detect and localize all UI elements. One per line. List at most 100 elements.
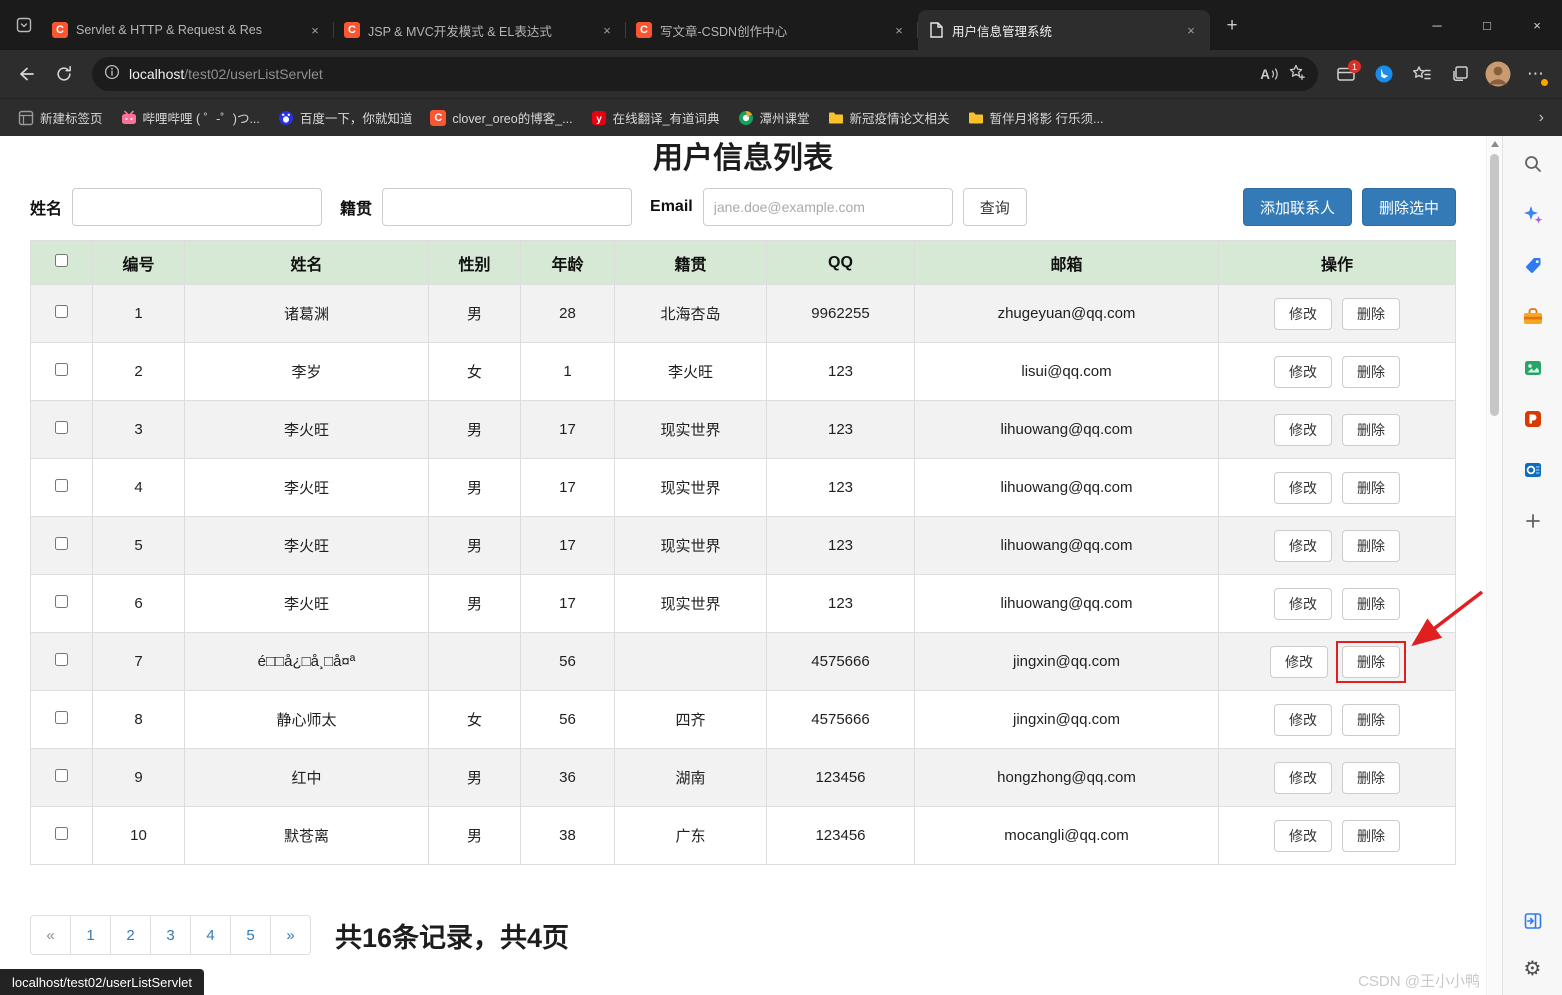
toolbox-icon[interactable] — [1517, 301, 1549, 333]
csdn-icon: C — [430, 110, 446, 126]
tab-close-icon[interactable]: × — [306, 21, 324, 39]
profile-avatar[interactable] — [1480, 57, 1516, 91]
row-delete-button[interactable]: 删除 — [1342, 588, 1400, 620]
row-delete-button[interactable]: 删除 — [1342, 530, 1400, 562]
row-checkbox[interactable] — [55, 363, 68, 376]
tab-close-icon[interactable]: × — [598, 21, 616, 39]
row-checkbox[interactable] — [55, 595, 68, 608]
tab-actions-menu-icon[interactable] — [8, 9, 40, 41]
favorites-icon[interactable] — [1404, 57, 1440, 91]
cell-qq: 4575666 — [767, 691, 915, 749]
row-edit-button[interactable]: 修改 — [1274, 414, 1332, 446]
bookmark-item[interactable]: y在线翻译_有道词典 — [583, 104, 728, 131]
row-checkbox[interactable] — [55, 305, 68, 318]
minimize-button[interactable]: ─ — [1412, 0, 1462, 50]
row-delete-button[interactable]: 删除 — [1342, 820, 1400, 852]
row-checkbox[interactable] — [55, 421, 68, 434]
pagination-prev[interactable]: « — [30, 915, 71, 955]
row-edit-button[interactable]: 修改 — [1274, 704, 1332, 736]
add-tool-icon[interactable] — [1517, 505, 1549, 537]
bookmark-item[interactable]: 潭州课堂 — [730, 104, 818, 131]
row-delete-button[interactable]: 删除 — [1342, 762, 1400, 794]
outlook-icon[interactable] — [1517, 454, 1549, 486]
bookmark-item[interactable]: 暂伴月将影 行乐须... — [960, 104, 1112, 131]
row-delete-button[interactable]: 删除 — [1342, 298, 1400, 330]
row-delete-button[interactable]: 删除 — [1342, 704, 1400, 736]
row-checkbox[interactable] — [55, 479, 68, 492]
bookmark-item[interactable]: 新冠疫情论文相关 — [820, 104, 958, 131]
bookmark-item[interactable]: Cclover_oreo的博客_... — [422, 104, 580, 131]
new-tab-button[interactable]: + — [1218, 12, 1246, 40]
row-checkbox[interactable] — [55, 827, 68, 840]
bookmark-item[interactable]: 哔哩哔哩 ( ゜-゜)つ... — [113, 104, 268, 131]
office-icon[interactable] — [1517, 403, 1549, 435]
row-delete-button[interactable]: 删除 — [1342, 414, 1400, 446]
image-creator-icon[interactable] — [1517, 352, 1549, 384]
wallet-icon[interactable]: 1 — [1328, 57, 1364, 91]
name-input[interactable] — [72, 188, 322, 226]
pagination-page[interactable]: 4 — [190, 915, 231, 955]
pagination-page[interactable]: 3 — [150, 915, 191, 955]
address-bar[interactable]: localhost/test02/userListServlet A — [92, 57, 1318, 91]
browser-tab[interactable]: CServlet & HTTP & Request & Res× — [42, 10, 334, 50]
add-contact-button[interactable]: 添加联系人 — [1243, 188, 1352, 226]
cell-age: 17 — [521, 459, 615, 517]
bing-icon[interactable] — [1366, 57, 1402, 91]
pagination-page[interactable]: 5 — [230, 915, 271, 955]
row-delete-button[interactable]: 删除 — [1342, 646, 1400, 678]
scrollbar-thumb[interactable] — [1490, 154, 1499, 416]
delete-selected-button[interactable]: 删除选中 — [1362, 188, 1456, 226]
site-info-icon[interactable] — [104, 64, 120, 85]
row-edit-button[interactable]: 修改 — [1274, 762, 1332, 794]
row-edit-button[interactable]: 修改 — [1274, 472, 1332, 504]
cell-hometown: 现实世界 — [615, 459, 767, 517]
open-in-sidebar-icon[interactable] — [1517, 905, 1549, 937]
shopping-tag-icon[interactable] — [1517, 250, 1549, 282]
query-button[interactable]: 查询 — [963, 188, 1027, 226]
row-edit-button[interactable]: 修改 — [1274, 588, 1332, 620]
bookmarks-overflow-icon[interactable]: › — [1531, 109, 1552, 127]
row-checkbox[interactable] — [55, 711, 68, 724]
scrollbar[interactable] — [1486, 136, 1502, 995]
browser-tab[interactable]: 用户信息管理系统× — [918, 10, 1210, 50]
email-input[interactable] — [703, 188, 953, 226]
collections-icon[interactable] — [1442, 57, 1478, 91]
refresh-icon[interactable] — [46, 57, 82, 91]
bookmark-item[interactable]: 新建标签页 — [10, 104, 111, 131]
hometown-input[interactable] — [382, 188, 632, 226]
tab-close-icon[interactable]: × — [1182, 21, 1200, 39]
row-delete-button[interactable]: 删除 — [1342, 472, 1400, 504]
row-edit-button[interactable]: 修改 — [1274, 298, 1332, 330]
pagination-page[interactable]: 2 — [110, 915, 151, 955]
settings-gear-icon[interactable]: ⚙ — [1517, 953, 1549, 985]
close-button[interactable]: × — [1512, 0, 1562, 50]
back-icon[interactable] — [8, 57, 44, 91]
bookmark-item[interactable]: 百度一下，你就知道 — [270, 104, 421, 131]
cell-qq: 123 — [767, 517, 915, 575]
scroll-up-icon[interactable] — [1491, 141, 1499, 147]
sidebar-search-icon[interactable] — [1517, 148, 1549, 180]
settings-menu-icon[interactable]: ⋯ — [1518, 57, 1554, 91]
pagination-page[interactable]: 1 — [70, 915, 111, 955]
favorite-star-icon[interactable] — [1288, 63, 1306, 86]
row-checkbox[interactable] — [55, 537, 68, 550]
maximize-button[interactable]: □ — [1462, 0, 1512, 50]
copilot-icon[interactable] — [1517, 199, 1549, 231]
csdn-favicon: C — [52, 22, 68, 38]
baidu-icon — [278, 110, 294, 126]
pagination-next[interactable]: » — [270, 915, 311, 955]
row-edit-button[interactable]: 修改 — [1270, 646, 1328, 678]
cell-email: lihuowang@qq.com — [915, 517, 1219, 575]
select-all-checkbox[interactable] — [55, 254, 68, 267]
cell-qq: 9962255 — [767, 285, 915, 343]
row-delete-button[interactable]: 删除 — [1342, 356, 1400, 388]
row-edit-button[interactable]: 修改 — [1274, 820, 1332, 852]
row-checkbox[interactable] — [55, 653, 68, 666]
row-edit-button[interactable]: 修改 — [1274, 356, 1332, 388]
row-edit-button[interactable]: 修改 — [1274, 530, 1332, 562]
browser-tab[interactable]: C写文章-CSDN创作中心× — [626, 10, 918, 50]
row-checkbox[interactable] — [55, 769, 68, 782]
browser-tab[interactable]: CJSP & MVC开发模式 & EL表达式× — [334, 10, 626, 50]
read-aloud-icon[interactable]: A — [1260, 67, 1279, 82]
tab-close-icon[interactable]: × — [890, 21, 908, 39]
